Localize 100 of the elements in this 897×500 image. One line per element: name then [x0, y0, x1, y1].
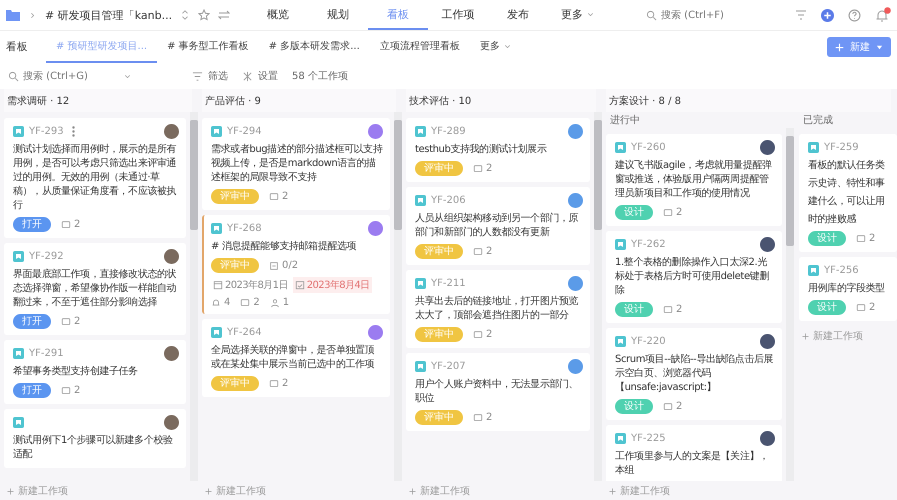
filter-icon[interactable] [795, 9, 807, 21]
task-card[interactable]: 测试用例下1个步骤可以新建多个校验适配 [4, 409, 186, 468]
nav-tab[interactable]: 概览 [248, 0, 308, 30]
task-card[interactable]: YF-293 测试计划选择而用例时，展示的是所有用例，是否可以考虑只筛选出来评审通过的用例。无效的用例（未通过·草稿），从质量保证角度看，不应该被执行 打开 2 [4, 118, 186, 238]
comment-icon [663, 304, 673, 314]
story-icon [13, 348, 24, 359]
avatar[interactable] [760, 237, 775, 252]
avatar[interactable] [164, 415, 179, 430]
card-id: YF-211 [431, 278, 466, 289]
avatar[interactable] [760, 140, 775, 155]
card-id: YF-206 [431, 195, 466, 206]
task-card[interactable]: YF-294 需求或者bug描述的部分描述框可以支持视频上传，是否是markdown语言的描述框架的局限导致不支持 评审中 2 [202, 118, 390, 210]
card-title: 希望事务类型支持创建子任务 [13, 365, 139, 379]
task-card[interactable]: YF-292 界面最底部工作项，直接修改状态的状态选择弹窗，希望像协作版一样能自动翻过来，不至于遮住部分影响选择 打开 2 [4, 243, 186, 335]
card-id: YF-260 [631, 142, 666, 153]
task-card[interactable]: YF-259 看板的默认任务类 示史诗、特性和事 建什么，可以让用 时的挫败感 设计 2 [799, 134, 897, 252]
card-title-line: 建什么，可以让用 [808, 195, 886, 209]
avatar[interactable] [164, 249, 179, 264]
more-tabs-button[interactable]: 更多 [470, 31, 522, 63]
story-icon [415, 126, 426, 137]
card-title: 建议飞书版agile，考虑就用量提醒弹窗或推送，体验版用户隔两周提醒管理员新项目和工作项的使用情况 [615, 159, 773, 201]
card-title-line: 时的挫败感 [808, 213, 858, 227]
avatar[interactable] [760, 431, 775, 446]
card-title: 1.整个表格的删除操作入口太深2.光标处于表格后方时可使用delete键删除 [615, 256, 770, 298]
comment-icon [473, 246, 483, 256]
story-icon [13, 417, 24, 428]
help-icon[interactable] [848, 8, 861, 22]
settings-button[interactable]: 设置 [242, 69, 278, 83]
comment-count: 2 [663, 207, 682, 218]
comment-icon [856, 302, 866, 312]
task-card[interactable]: YF-291 希望事务类型支持创建子任务 打开 2 [4, 340, 186, 404]
avatar[interactable] [368, 221, 383, 236]
card-title: # 消息提醒能够支持邮箱提醒选项 [211, 240, 358, 254]
scrollbar[interactable] [190, 112, 198, 481]
scrollbar[interactable] [786, 128, 794, 481]
search-icon [8, 70, 19, 82]
comment-count: 2 [61, 385, 80, 396]
task-card[interactable]: YF-264 全局选择关联的弹窗中，是否单独置顶或在某处集中展示当前已选中的工作项 评审中 2 [202, 319, 390, 397]
plus-icon [204, 486, 213, 496]
story-icon [415, 361, 426, 372]
board-tab[interactable]: # 事务型工作看板 [157, 31, 259, 63]
task-card[interactable]: YF-256 用例库的字段类型 设计 2 [799, 257, 897, 321]
avatar[interactable] [164, 346, 179, 361]
scrollbar[interactable] [594, 112, 602, 481]
nav-tab[interactable]: 发布 [488, 0, 548, 30]
task-card[interactable]: YF-260 建议飞书版agile，考虑就用量提醒弹窗或推送，体验版用户隔两周提醒管理员新项目和工作项的使用情况 设计 2 [606, 134, 782, 226]
comment-count: 2 [663, 304, 682, 315]
comment-icon [473, 412, 483, 422]
card-title: 共享出去后的链接地址，打开图片预览太大了，顶部会遮挡住图片的一部分 [415, 295, 580, 323]
comment-icon [473, 164, 483, 174]
nav-tab[interactable]: 更多 [548, 0, 608, 30]
project-title[interactable]: # 研发项目管理「kanb... [45, 8, 172, 22]
board-tab[interactable]: # 多版本研发需求... [258, 31, 370, 63]
card-title: 用户个人账户资料中，无法显示部门、职位 [415, 378, 580, 406]
card-title: 需求或者bug描述的部分描述框可以支持视频上传，是否是markdown语言的描述框架的局限导致不支持 [211, 143, 383, 185]
folder-icon[interactable] [6, 9, 20, 21]
comment-count: 2 [473, 329, 492, 340]
card-id: YF-220 [631, 336, 666, 347]
board-search-field[interactable]: 搜索 (Ctrl+G) [23, 70, 119, 82]
comment-count: 2 [856, 233, 876, 244]
comment-count: 2 [473, 246, 492, 257]
subtask-icon [269, 260, 279, 270]
avatar[interactable] [164, 124, 179, 139]
card-title: 测试计划选择而用例时，展示的是所有用例，是否可以考虑只筛选出来评审通过的用例。无效的用例（未通过·草稿），从质量保证角度看，不应该被执行 [13, 143, 178, 213]
avatar[interactable] [368, 124, 383, 139]
card-title: testhub支持我的测试计划展示 [415, 143, 548, 157]
plus-icon [835, 42, 844, 52]
card-title: Scrum项目--缺陷--导出缺陷点击后展示空白页、浏览器代码【unsafe:javascript:】 [615, 353, 774, 395]
story-icon [415, 195, 426, 206]
comment-icon [473, 330, 483, 340]
filter-button[interactable]: 筛选 [192, 69, 228, 83]
card-id: YF-207 [431, 361, 466, 372]
avatar[interactable] [368, 325, 383, 340]
comment-icon [240, 298, 250, 308]
task-card[interactable]: YF-220 Scrum项目--缺陷--导出缺陷点击后展示空白页、浏览器代码【unsafe:javascript:】 设计 2 [606, 328, 782, 420]
story-icon [808, 265, 819, 276]
search-field[interactable]: 搜索 (Ctrl+F) [661, 10, 757, 20]
task-card[interactable]: YF-262 1.整个表格的删除操作入口太深2.光标处于表格后方时可使用delete键删除 设计 2 [606, 231, 782, 323]
card-id: YF-268 [227, 223, 262, 234]
star-icon[interactable] [198, 9, 210, 21]
comment-icon [61, 220, 71, 230]
story-icon [615, 336, 626, 347]
subtask-count: 0/2 [269, 260, 298, 271]
board-tab[interactable]: 立项流程管理看板 [370, 31, 470, 63]
task-card[interactable]: YF-225 工作项里参与人的文案是【关注】，本组 [606, 425, 782, 481]
story-icon [615, 433, 626, 444]
nav-tab[interactable]: 规划 [308, 0, 368, 30]
plus-icon [6, 486, 15, 496]
switch-icon[interactable] [218, 9, 230, 21]
scrollbar[interactable] [394, 112, 402, 481]
card-title: 工作项里参与人的文案是【关注】，本组 [615, 450, 770, 478]
card-title-line: 示史诗、特性和事 [808, 177, 886, 191]
card-title: 用例库的字段类型 [808, 282, 886, 296]
comment-icon [61, 386, 71, 396]
nav-tab[interactable]: 工作项 [428, 0, 488, 30]
notification-bell-icon[interactable] [875, 7, 891, 23]
avatar[interactable] [760, 334, 775, 349]
card-title: 界面最底部工作项，直接修改状态的状态选择弹窗，希望像协作版一样能自动翻过来，不至于遮住部分影响选择 [13, 268, 178, 310]
plus-circle-icon[interactable] [821, 8, 834, 22]
task-card[interactable]: YF-268 # 消息提醒能够支持邮箱提醒选项 评审中 0/2 2023年8月1日 2023年8月4日 4 2 1 [202, 215, 390, 314]
